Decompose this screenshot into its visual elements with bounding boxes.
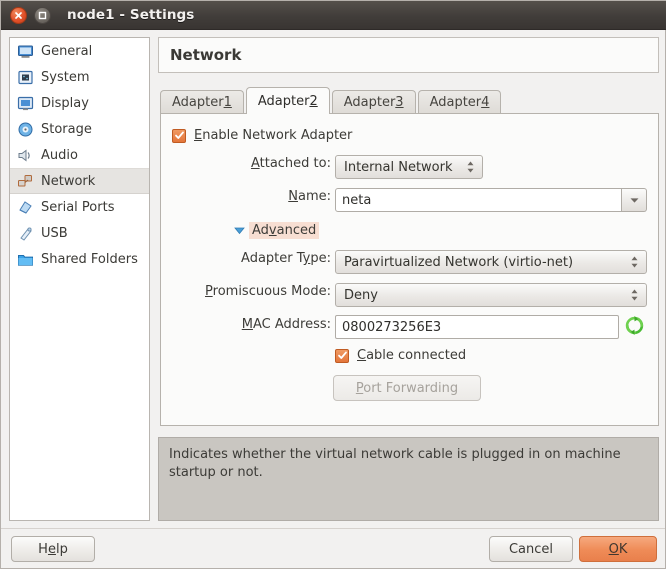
settings-category-list[interactable]: General System Display — [9, 37, 150, 521]
adapter-type-label: Adapter Type: — [201, 251, 331, 266]
promiscuous-mode-value: Deny — [344, 288, 623, 303]
sidebar-item-audio[interactable]: Audio — [10, 142, 149, 168]
mac-address-row: MAC Address: — [201, 317, 331, 332]
mac-address-value: 0800273256E3 — [342, 320, 441, 335]
port-forwarding-label: Port Forwarding — [356, 381, 458, 396]
sidebar-item-network[interactable]: Network — [10, 168, 149, 194]
mac-address-input[interactable]: 0800273256E3 — [335, 315, 619, 339]
page-header: Network — [158, 37, 659, 73]
serial-port-icon — [16, 198, 34, 216]
sidebar-item-label: Shared Folders — [41, 252, 138, 267]
spinner-arrows-icon[interactable] — [465, 159, 476, 175]
triangle-down-icon[interactable] — [233, 225, 245, 237]
promiscuous-mode-row: Promiscuous Mode: — [187, 284, 331, 299]
name-input[interactable]: neta — [335, 188, 622, 212]
sidebar-item-label: General — [41, 44, 92, 59]
adapter-type-row: Adapter Type: — [201, 251, 331, 266]
adapter-type-select[interactable]: Paravirtualized Network (virtio-net) — [335, 250, 647, 274]
promiscuous-mode-select[interactable]: Deny — [335, 283, 647, 307]
ok-label: OK — [609, 542, 628, 557]
hint-text: Indicates whether the virtual network ca… — [169, 447, 621, 480]
promiscuous-mode-label: Promiscuous Mode: — [187, 284, 331, 299]
sidebar-item-shared-folders[interactable]: Shared Folders — [10, 246, 149, 272]
cable-connected-checkbox[interactable] — [335, 349, 349, 363]
name-combobox[interactable]: neta — [335, 188, 647, 212]
close-icon[interactable] — [10, 7, 27, 24]
sidebar-item-general[interactable]: General — [10, 38, 149, 64]
sidebar-item-label: Storage — [41, 122, 92, 137]
attached-to-row: Attached to: — [201, 156, 331, 171]
sidebar-item-label: Serial Ports — [41, 200, 114, 215]
attached-to-select[interactable]: Internal Network — [335, 155, 483, 179]
attached-to-value: Internal Network — [344, 160, 459, 175]
monitor-icon — [16, 42, 34, 60]
sidebar-item-system[interactable]: System — [10, 64, 149, 90]
sidebar-item-label: Display — [41, 96, 89, 111]
help-button[interactable]: Help — [11, 536, 95, 562]
spinner-arrows-icon[interactable] — [629, 254, 640, 270]
sidebar-item-label: USB — [41, 226, 68, 241]
name-label: Name: — [201, 189, 331, 204]
ok-button[interactable]: OK — [579, 536, 657, 562]
cable-connected-row[interactable]: Cable connected — [335, 348, 466, 363]
refresh-icon[interactable] — [625, 316, 644, 339]
page-title: Network — [170, 46, 241, 64]
hint-panel: Indicates whether the virtual network ca… — [158, 437, 659, 521]
display-icon — [16, 94, 34, 112]
name-value: neta — [342, 193, 371, 208]
adapter-type-value: Paravirtualized Network (virtio-net) — [344, 255, 623, 270]
window-title: node1 - Settings — [67, 7, 194, 23]
speaker-icon — [16, 146, 34, 164]
sidebar-item-storage[interactable]: Storage — [10, 116, 149, 142]
sidebar-item-label: Audio — [41, 148, 78, 163]
tab-adapter-3[interactable]: Adapter 3 — [332, 90, 416, 114]
name-row: Name: — [201, 189, 331, 204]
settings-window: node1 - Settings General — [0, 0, 666, 569]
sidebar-item-display[interactable]: Display — [10, 90, 149, 116]
enable-network-adapter-label: Enable Network Adapter — [194, 128, 352, 143]
chip-icon — [16, 68, 34, 86]
cancel-label: Cancel — [509, 542, 553, 557]
enable-network-adapter-row[interactable]: Enable Network Adapter — [172, 128, 352, 143]
cable-connected-label: Cable connected — [357, 348, 466, 363]
sidebar-item-usb[interactable]: USB — [10, 220, 149, 246]
enable-network-adapter-checkbox[interactable] — [172, 129, 186, 143]
advanced-disclosure[interactable]: Advanced — [233, 222, 319, 239]
adapter-tabs[interactable]: Adapter 1 Adapter 2 Adapter 3 Adapter 4 — [160, 87, 659, 114]
sidebar-item-label: Network — [41, 174, 95, 189]
attached-to-label: Attached to: — [201, 156, 331, 171]
tab-adapter-1[interactable]: Adapter 1 — [160, 90, 244, 114]
network-icon — [16, 172, 34, 190]
maximize-icon[interactable] — [34, 7, 51, 24]
port-forwarding-button[interactable]: Port Forwarding — [333, 375, 481, 401]
usb-icon — [16, 224, 34, 242]
mac-address-label: MAC Address: — [201, 317, 331, 332]
advanced-label: Advanced — [249, 222, 319, 239]
folder-icon — [16, 250, 34, 268]
spinner-arrows-icon[interactable] — [629, 287, 640, 303]
disk-icon — [16, 120, 34, 138]
sidebar-item-label: System — [41, 70, 89, 85]
tab-adapter-2[interactable]: Adapter 2 — [246, 87, 330, 114]
tab-adapter-4[interactable]: Adapter 4 — [418, 90, 502, 114]
title-bar: node1 - Settings — [1, 1, 666, 30]
help-label: Help — [38, 542, 68, 557]
dialog-button-bar: Help Cancel OK — [1, 528, 665, 568]
chevron-down-icon[interactable] — [622, 188, 647, 212]
cancel-button[interactable]: Cancel — [489, 536, 573, 562]
sidebar-item-serial-ports[interactable]: Serial Ports — [10, 194, 149, 220]
